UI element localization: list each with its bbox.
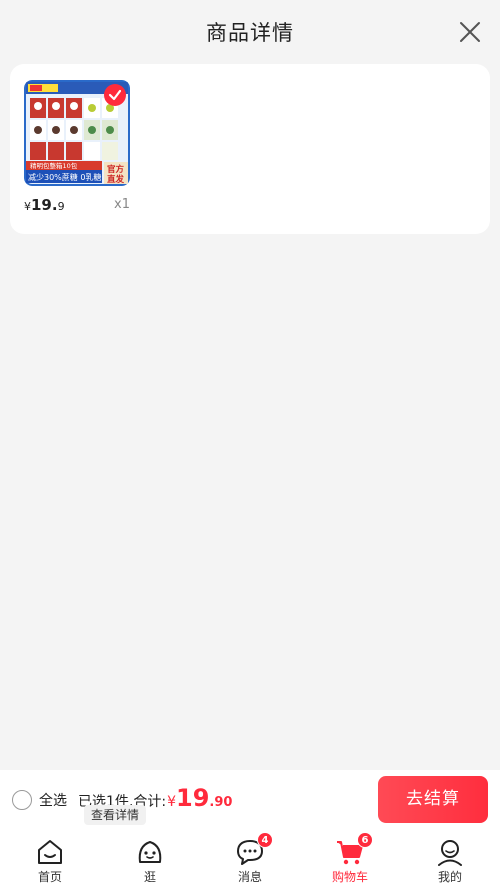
image-tag-direct: 直发 (107, 174, 125, 185)
checkmark-icon (108, 89, 122, 101)
tab-browse-label: 逛 (143, 870, 156, 884)
tab-cart-label: 购物车 (331, 870, 368, 884)
tab-browse[interactable]: 逛 (100, 830, 200, 891)
tab-profile-label: 我的 (437, 870, 462, 884)
product-price: ¥19.9 (24, 196, 65, 214)
product-quantity: x1 (114, 197, 130, 212)
browse-face-icon (138, 841, 162, 863)
select-all-label: 全选 (39, 793, 67, 809)
total-decimal: .90 (209, 795, 233, 810)
profile-icon (438, 840, 462, 866)
page-title: 商品详情 (206, 21, 294, 45)
price-integer: 19. (31, 196, 58, 214)
messages-badge: 4 (257, 832, 273, 848)
price-decimal: 9 (57, 200, 65, 213)
header-bar: 商品详情 (0, 0, 500, 64)
product-card: 精明包整箱10包 减少30%蔗糖 0乳糖 官方 直发 ¥19.9 x1 (10, 64, 490, 234)
image-tag-official: 官方 (107, 164, 125, 175)
product-price-row: ¥19.9 x1 (24, 196, 130, 216)
selected-check-badge[interactable] (104, 84, 126, 106)
tab-cart[interactable]: 6 购物车 (300, 830, 400, 891)
tab-home[interactable]: 首页 (0, 830, 100, 891)
cart-badge: 6 (357, 832, 373, 848)
checkout-bar: 全选 已选1件,合计: ¥19.90 查看详情 去结算 (0, 770, 500, 830)
tab-messages[interactable]: 4 消息 (200, 830, 300, 891)
tab-profile[interactable]: 我的 (400, 830, 500, 891)
select-all-radio[interactable] (12, 790, 32, 810)
total-integer: 19 (176, 784, 210, 812)
image-banner-top: 精明包整箱10包 (30, 161, 78, 170)
total-currency: ¥ (167, 794, 176, 810)
tab-messages-label: 消息 (237, 870, 262, 884)
home-icon (38, 840, 62, 864)
checkout-button[interactable]: 去结算 (378, 776, 488, 823)
product-image[interactable]: 精明包整箱10包 减少30%蔗糖 0乳糖 官方 直发 (24, 80, 130, 186)
tab-home-label: 首页 (37, 870, 62, 884)
bottom-tab-bar: 首页 逛 4 消息 6 购物车 我的 (0, 830, 500, 891)
view-details-button[interactable]: 查看详情 (84, 805, 147, 825)
select-all-toggle[interactable]: 全选 (12, 790, 67, 810)
image-banner-bottom: 减少30%蔗糖 0乳糖 (28, 172, 101, 182)
close-icon (460, 22, 480, 42)
price-currency: ¥ (24, 200, 31, 213)
product-item[interactable]: 精明包整箱10包 减少30%蔗糖 0乳糖 官方 直发 ¥19.9 x1 (24, 80, 130, 216)
close-button[interactable] (458, 20, 482, 44)
